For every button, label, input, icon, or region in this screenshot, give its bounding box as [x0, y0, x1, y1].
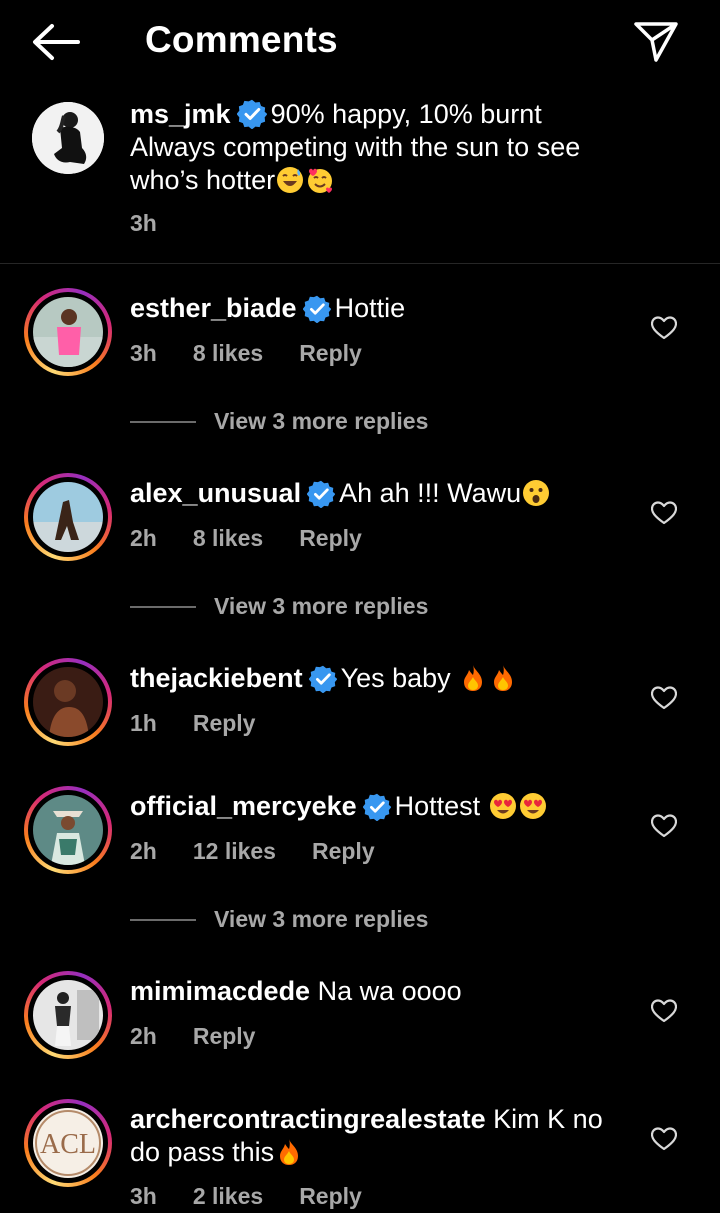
comment-time: 1h: [130, 710, 157, 736]
comment-body: Yes baby: [340, 663, 451, 693]
divider-line: [130, 606, 196, 608]
comment-username[interactable]: archercontractingrealestate: [130, 1104, 486, 1134]
comment-meta: 3h 8 likes Reply: [130, 340, 398, 367]
page-title: Comments: [145, 19, 338, 60]
heart-icon[interactable]: [651, 999, 677, 1023]
avatar[interactable]: [24, 786, 112, 874]
comment-text: alex_unusual Ah ah !!! Wawu: [130, 477, 610, 510]
heart-icon[interactable]: [651, 316, 677, 340]
top-bar: Comments: [0, 0, 720, 86]
comment-text: mimimacdede Na wa oooo: [130, 975, 610, 1008]
caption-line-1: 90% happy, 10% burnt: [270, 99, 542, 129]
reply-button[interactable]: Reply: [193, 710, 256, 736]
heart-icon[interactable]: [651, 814, 677, 838]
avatar[interactable]: [24, 288, 112, 376]
comment-body-line-2: do pass this: [130, 1137, 275, 1167]
comment-meta: 2h 8 likes Reply: [130, 525, 398, 552]
verified-badge-icon: [307, 480, 335, 508]
verified-badge-icon: [237, 99, 267, 129]
avatar-photo: [33, 795, 103, 865]
comment-username[interactable]: thejackiebent: [130, 663, 303, 693]
comment-body: Kim K no: [493, 1104, 603, 1134]
astonished-face-emoji-icon: [523, 480, 550, 506]
comment-meta: 2h 12 likes Reply: [130, 838, 411, 865]
verified-badge-icon: [303, 295, 331, 323]
comment-text: official_mercyeke Hottest: [130, 790, 610, 823]
comment-time: 2h: [130, 525, 157, 551]
divider-line: [130, 421, 196, 423]
comment-username[interactable]: mimimacdede: [130, 976, 310, 1006]
view-more-replies[interactable]: View 3 more replies: [130, 906, 428, 933]
smiling-hearts-emoji-icon: [308, 168, 333, 193]
avatar[interactable]: [24, 971, 112, 1059]
heart-eyes-emoji-icon: [489, 793, 516, 819]
divider-line: [130, 919, 196, 921]
view-more-replies[interactable]: View 3 more replies: [130, 593, 428, 620]
verified-badge-icon: [309, 665, 337, 693]
view-more-replies-label: View 3 more replies: [214, 408, 429, 434]
avatar-photo: [33, 667, 103, 737]
heart-icon[interactable]: [651, 1127, 677, 1151]
caption-line-3: who’s hotter: [130, 165, 276, 195]
comment-body: Hottie: [334, 293, 406, 323]
avatar[interactable]: [24, 658, 112, 746]
avatar[interactable]: ACL: [24, 1099, 112, 1187]
comment-time: 2h: [130, 1023, 157, 1049]
comment-body: Na wa oooo: [317, 976, 462, 1006]
view-more-replies-label: View 3 more replies: [214, 906, 429, 932]
avatar[interactable]: [24, 473, 112, 561]
heart-icon[interactable]: [651, 501, 677, 525]
verified-badge-icon: [363, 793, 391, 821]
caption-time: 3h: [130, 210, 157, 236]
comment-time: 2h: [130, 838, 157, 864]
comment-meta: 2h Reply: [130, 1023, 291, 1050]
avatar-photo: [32, 102, 104, 174]
post-caption: ms_jmk 90% happy, 10% burnt Always compet…: [0, 86, 720, 264]
reply-button[interactable]: Reply: [193, 1023, 256, 1049]
avatar[interactable]: [32, 102, 104, 174]
view-more-replies-label: View 3 more replies: [214, 593, 429, 619]
comment-text: esther_biade Hottie: [130, 292, 610, 325]
fire-emoji-icon: [274, 1137, 304, 1167]
avatar-photo: [33, 980, 103, 1050]
reply-button[interactable]: Reply: [312, 838, 375, 864]
comment-body: Hottest: [394, 791, 481, 821]
avatar-photo: [33, 297, 103, 367]
view-more-replies[interactable]: View 3 more replies: [130, 408, 428, 435]
grinning-sweat-emoji-icon: [277, 167, 304, 193]
heart-eyes-emoji-icon: [519, 793, 546, 819]
like-count[interactable]: 8 likes: [193, 340, 263, 366]
comment-username[interactable]: alex_unusual: [130, 478, 301, 508]
comment-text: thejackiebent Yes baby: [130, 662, 610, 695]
caption-username[interactable]: ms_jmk: [130, 99, 231, 129]
fire-emoji-icon: [488, 663, 518, 693]
like-count[interactable]: 8 likes: [193, 525, 263, 551]
comment-username[interactable]: esther_biade: [130, 293, 297, 323]
fire-emoji-icon: [458, 663, 488, 693]
comment-username[interactable]: official_mercyeke: [130, 791, 357, 821]
comment-time: 3h: [130, 1183, 157, 1209]
like-count[interactable]: 12 likes: [193, 838, 276, 864]
paper-plane-icon[interactable]: [632, 18, 680, 66]
comment-text: archercontractingrealestate Kim K no do …: [130, 1103, 610, 1169]
comment-meta: 3h 2 likes Reply: [130, 1183, 398, 1210]
like-count[interactable]: 2 likes: [193, 1183, 263, 1209]
comment-time: 3h: [130, 340, 157, 366]
acl-logo: ACL: [35, 1110, 101, 1176]
svg-text:ACL: ACL: [40, 1129, 96, 1160]
caption-line-2: Always competing with the sun to see: [130, 132, 581, 162]
comment-meta: 1h Reply: [130, 710, 291, 737]
caption-text: ms_jmk 90% happy, 10% burnt Always compet…: [130, 98, 690, 197]
avatar-photo: [33, 482, 103, 552]
heart-icon[interactable]: [651, 686, 677, 710]
reply-button[interactable]: Reply: [299, 525, 362, 551]
back-arrow-icon[interactable]: [30, 20, 82, 64]
reply-button[interactable]: Reply: [299, 1183, 362, 1209]
reply-button[interactable]: Reply: [299, 340, 362, 366]
comment-body: Ah ah !!! Wawu: [339, 478, 522, 508]
